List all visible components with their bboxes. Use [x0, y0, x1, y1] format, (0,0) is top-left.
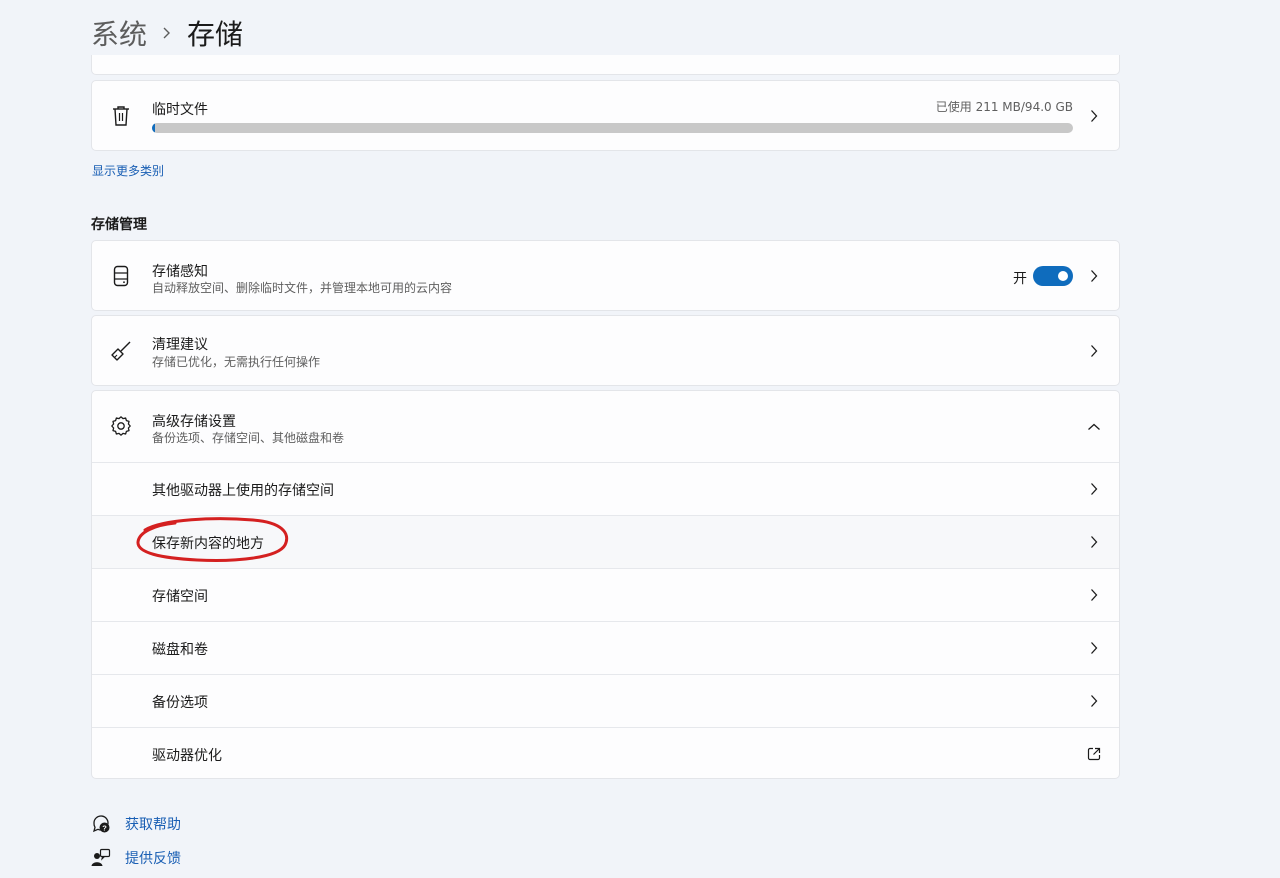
cleanup-recommendations-card[interactable]: 清理建议 存储已优化，无需执行任何操作	[91, 315, 1120, 386]
sub-row-label: 保存新内容的地方	[152, 536, 264, 552]
settings-page: 系统 存储 临时文件 已使用 211 MB/94.0 GB 显示更多类别 存储管…	[0, 0, 1280, 878]
storage-sense-subtitle: 自动释放空间、删除临时文件，并管理本地可用的云内容	[152, 281, 453, 295]
sub-row-label: 驱动器优化	[152, 748, 222, 764]
external-link-icon	[1087, 747, 1101, 761]
breadcrumb-parent-system[interactable]: 系统	[91, 13, 147, 53]
temp-files-card[interactable]: 临时文件 已使用 211 MB/94.0 GB	[91, 80, 1120, 151]
chevron-right-icon	[1087, 109, 1101, 123]
temp-files-usage-fill	[152, 123, 156, 133]
advanced-storage-title: 高级存储设置	[152, 414, 236, 430]
storage-sense-toggle-label: 开	[1013, 271, 1027, 287]
advanced-storage-settings-header[interactable]: 高级存储设置 备份选项、存储空间、其他磁盘和卷	[92, 391, 1119, 462]
advanced-storage-subtitle: 备份选项、存储空间、其他磁盘和卷	[152, 431, 345, 445]
chevron-up-icon	[1087, 420, 1101, 434]
chevron-right-icon	[1087, 482, 1101, 496]
page-title: 存储	[187, 18, 244, 51]
show-more-categories-link[interactable]: 显示更多类别	[92, 162, 164, 179]
temp-files-title: 临时文件	[152, 102, 208, 118]
cleanup-title: 清理建议	[152, 337, 208, 353]
chevron-right-icon	[1087, 269, 1101, 283]
temp-files-usage: 已使用 211 MB/94.0 GB	[935, 100, 1073, 114]
sub-row-where-new-content-saved[interactable]: 保存新内容的地方	[92, 515, 1119, 568]
help-chat-icon: ?	[91, 814, 111, 834]
chevron-right-icon	[1087, 535, 1101, 549]
toggle-knob	[1058, 271, 1068, 281]
sub-row-label: 磁盘和卷	[152, 642, 208, 658]
storage-drive-icon	[110, 265, 132, 287]
storage-sense-card[interactable]: 存储感知 自动释放空间、删除临时文件，并管理本地可用的云内容 开	[91, 240, 1120, 311]
sub-row-label: 备份选项	[152, 695, 208, 711]
breadcrumb: 系统 存储	[91, 12, 243, 54]
advanced-storage-settings-card: 高级存储设置 备份选项、存储空间、其他磁盘和卷 其他驱动器上使用的存储空间 保存…	[91, 390, 1120, 779]
storage-sense-title: 存储感知	[152, 264, 208, 280]
breadcrumb-separator-icon	[161, 26, 171, 40]
storage-management-heading: 存储管理	[91, 217, 147, 233]
feedback-person-icon	[91, 848, 111, 868]
get-help-link[interactable]: ? 获取帮助	[91, 814, 181, 834]
chevron-right-icon	[1087, 641, 1101, 655]
chevron-right-icon	[1087, 588, 1101, 602]
chevron-right-icon	[1087, 694, 1101, 708]
sub-row-storage-on-other-drives[interactable]: 其他驱动器上使用的存储空间	[92, 462, 1119, 515]
sub-row-storage-spaces[interactable]: 存储空间	[92, 568, 1119, 621]
sub-row-backup-options[interactable]: 备份选项	[92, 674, 1119, 727]
trash-icon	[110, 105, 132, 127]
broom-icon	[110, 340, 132, 362]
storage-sense-toggle[interactable]	[1033, 266, 1073, 286]
sub-row-drive-optimization[interactable]: 驱动器优化	[92, 727, 1119, 780]
svg-text:?: ?	[102, 823, 107, 832]
gear-icon	[110, 415, 132, 437]
chevron-right-icon	[1087, 344, 1101, 358]
give-feedback-label: 提供反馈	[125, 851, 181, 867]
previous-category-card	[91, 55, 1120, 75]
sub-row-disks-and-volumes[interactable]: 磁盘和卷	[92, 621, 1119, 674]
sub-row-label: 其他驱动器上使用的存储空间	[152, 483, 334, 499]
cleanup-subtitle: 存储已优化，无需执行任何操作	[152, 355, 321, 369]
give-feedback-link[interactable]: 提供反馈	[91, 848, 181, 868]
sub-row-label: 存储空间	[152, 589, 208, 605]
get-help-label: 获取帮助	[125, 817, 181, 833]
temp-files-usage-bar	[152, 123, 1073, 133]
